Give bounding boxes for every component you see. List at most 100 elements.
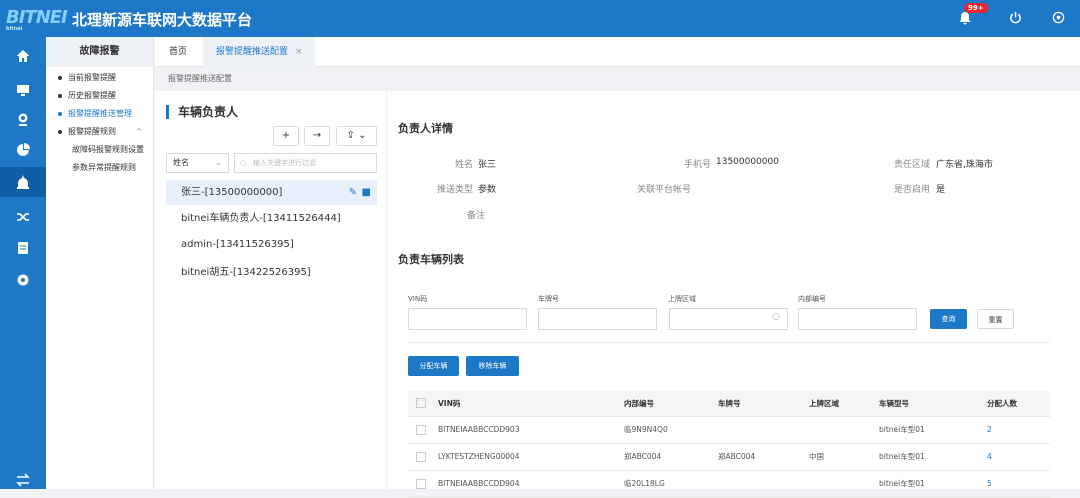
bell-icon[interactable] — [957, 11, 973, 27]
chevron-down-icon: ⌄ — [215, 158, 222, 167]
bullet-icon — [58, 93, 62, 98]
table-header-row: VIN码 内部编号 车牌号 上牌区域 车辆型号 分配人数 — [408, 391, 1050, 417]
list-item[interactable]: bitnei车辆负责人-[13411526444] — [166, 206, 377, 231]
col-reg-area[interactable]: 上牌区域 — [809, 391, 879, 417]
cell-plate — [718, 470, 809, 498]
push-type-label: 推送类型 — [436, 185, 473, 195]
notification-badge: 99+ — [964, 3, 988, 13]
table-row[interactable]: BITNEIAABBCCDD903 临9N9N4Q0 bitnei车型01 2 — [408, 416, 1050, 444]
row-checkbox[interactable] — [408, 443, 438, 471]
divider — [408, 342, 1050, 343]
delete-icon[interactable]: ■ — [362, 180, 371, 205]
location-icon[interactable] — [0, 105, 46, 135]
area-label: 责任区域 — [893, 160, 930, 170]
menu-title: 故障报警 — [46, 37, 153, 67]
pie-chart-icon[interactable] — [0, 135, 46, 165]
query-button[interactable]: 查询 — [930, 309, 967, 329]
list-item[interactable]: 张三-[13500000000] ✎ ■ — [166, 180, 377, 205]
enabled-value: 是 — [936, 185, 946, 195]
select-all-checkbox[interactable] — [408, 391, 438, 417]
cell-assigned-count[interactable]: 2 — [987, 416, 1050, 444]
col-model[interactable]: 车辆型号 — [879, 391, 987, 417]
upload-dropdown-button[interactable]: ⇪ ⌄ — [336, 126, 377, 146]
brand-logo: BITNEI bitnei — [6, 7, 68, 32]
tab-push-config[interactable]: 报警提醒推送配置 × — [203, 37, 316, 67]
area-value: 广东省,珠海市 — [936, 160, 993, 170]
plate-input[interactable] — [538, 308, 657, 330]
icon-sidebar — [0, 37, 46, 489]
assign-vehicle-button[interactable]: 分配车辆 — [408, 356, 459, 376]
search-icon: ○ — [240, 159, 247, 167]
filter-field-select[interactable]: 姓名 ⌄ — [166, 153, 229, 173]
vehicle-table: VIN码 内部编号 车牌号 上牌区域 车辆型号 分配人数 BITNEIAABBC… — [408, 391, 1050, 498]
filter-input[interactable]: ○ 输入关键字进行过滤 — [234, 153, 377, 173]
cell-model: bitnei车型01 — [879, 416, 987, 444]
cell-vin: BITNEIAABBCCDD903 — [438, 416, 624, 444]
list-item[interactable]: bitnei胡五-[13422526395] — [166, 260, 377, 285]
phone-label: 手机号 — [683, 160, 711, 170]
shuffle-icon[interactable] — [0, 202, 46, 232]
cell-model: bitnei车型01 — [879, 443, 987, 471]
col-plate[interactable]: 车牌号 — [718, 391, 809, 417]
top-bar: BITNEI bitnei 北理新源车联网大数据平台 99+ — [0, 0, 1080, 37]
phone-value: 13500000000 — [716, 157, 779, 167]
row-checkbox[interactable] — [408, 470, 438, 498]
alarm-icon[interactable] — [0, 167, 46, 197]
cell-internal-no: 郑ABC004 — [624, 443, 718, 471]
plate-label: 车牌号 — [538, 295, 559, 303]
table-row[interactable]: LYKTESTZHENG00004 郑ABC004 郑ABC004 中国 bit… — [408, 443, 1050, 471]
settings-icon[interactable] — [1050, 11, 1066, 27]
row-checkbox[interactable] — [408, 416, 438, 444]
gear-icon[interactable] — [0, 265, 46, 295]
menu-sub-fault-code-rules[interactable]: 故障码报警规则设置 — [46, 141, 153, 159]
internal-no-input[interactable] — [798, 308, 917, 330]
table-row[interactable]: BITNEIAABBCCDD904 临20L18LG bitnei车型01 5 — [408, 470, 1050, 498]
col-internal-no[interactable]: 内部编号 — [624, 391, 718, 417]
export-button[interactable]: → — [304, 126, 330, 146]
vin-label: VIN码 — [408, 295, 428, 303]
chevron-up-icon: ^ — [136, 127, 143, 136]
remove-vehicle-button[interactable]: 移除车辆 — [466, 356, 519, 376]
internal-no-label: 内部编号 — [798, 295, 826, 303]
menu-item-alarm-rules[interactable]: 报警提醒规则 ^ — [46, 123, 153, 141]
vin-input[interactable] — [408, 308, 527, 330]
home-icon[interactable] — [0, 41, 46, 71]
cell-assigned-count[interactable]: 4 — [987, 443, 1050, 471]
reset-button[interactable]: 重置 — [977, 309, 1014, 329]
close-icon[interactable]: × — [295, 47, 303, 57]
list-item[interactable]: admin-[13411526395] — [166, 232, 377, 257]
col-vin[interactable]: VIN码 — [438, 391, 624, 417]
cell-plate — [718, 416, 809, 444]
edit-icon[interactable]: ✎ — [349, 180, 357, 205]
power-icon[interactable] — [1007, 11, 1023, 27]
document-icon[interactable] — [0, 233, 46, 263]
search-icon: ○ — [772, 312, 780, 322]
cell-model: bitnei车型01 — [879, 470, 987, 498]
breadcrumb: 报警提醒推送配置 — [155, 68, 1080, 90]
platform-label: 关联平台帐号 — [636, 185, 691, 195]
col-assigned-count[interactable]: 分配人数 — [987, 391, 1050, 417]
name-value: 张三 — [478, 160, 497, 170]
panel-title: 车辆负责人 — [166, 105, 238, 119]
detail-panel: 负责人详情 姓名 张三 手机号 13500000000 责任区域 广东省,珠海市… — [387, 91, 1080, 498]
push-type-value: 参数 — [478, 185, 497, 195]
cell-reg-area — [809, 416, 879, 444]
monitor-icon[interactable] — [0, 75, 46, 105]
remark-label: 备注 — [466, 211, 485, 221]
menu-item-current-alarm[interactable]: 当前报警提醒 — [46, 69, 153, 87]
cell-vin: BITNEIAABBCCDD904 — [438, 470, 624, 498]
bullet-icon — [58, 129, 62, 134]
reg-area-input[interactable]: ○ — [669, 308, 788, 330]
menu-sub-param-rules[interactable]: 参数异常提醒规则 — [46, 159, 153, 177]
menu-item-push-management[interactable]: 报警提醒推送管理 — [46, 105, 153, 123]
cell-reg-area — [809, 470, 879, 498]
swap-icon[interactable] — [0, 465, 46, 495]
menu-item-history-alarm[interactable]: 历史报警提醒 — [46, 87, 153, 105]
add-button[interactable]: + — [273, 126, 299, 146]
cell-vin: LYKTESTZHENG00004 — [438, 443, 624, 471]
cell-plate: 郑ABC004 — [718, 443, 809, 471]
tab-home[interactable]: 首页 — [169, 37, 187, 67]
bullet-icon — [58, 75, 62, 80]
reg-area-label: 上牌区域 — [668, 295, 696, 303]
cell-assigned-count[interactable]: 5 — [987, 470, 1050, 498]
